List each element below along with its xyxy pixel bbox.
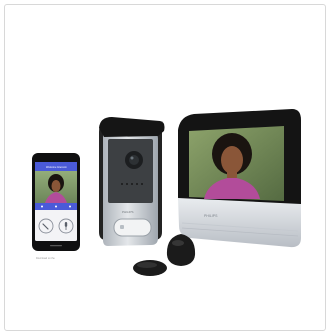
rfid-badge-standing — [166, 234, 196, 266]
phone-video-feed — [35, 171, 77, 203]
product-scene: PHILIPS PHILIPS Welcome Intercom Downloa… — [32, 109, 301, 276]
camera-panel — [108, 139, 153, 203]
monitor-screen — [189, 126, 284, 201]
call-button — [113, 218, 152, 237]
monitor-brand-label: PHILIPS — [204, 214, 218, 218]
app-store-caption: Download on the — [36, 257, 55, 260]
door-station-brand-label: PHILIPS — [122, 210, 134, 214]
camera-lens — [125, 151, 143, 169]
app-header-title: Welcome Intercom — [46, 166, 67, 169]
video-monitor: PHILIPS — [178, 109, 301, 248]
smartphone: Welcome Intercom Download on the — [32, 153, 80, 260]
door-station: PHILIPS — [99, 117, 165, 246]
rfid-badge-flat — [133, 260, 167, 276]
